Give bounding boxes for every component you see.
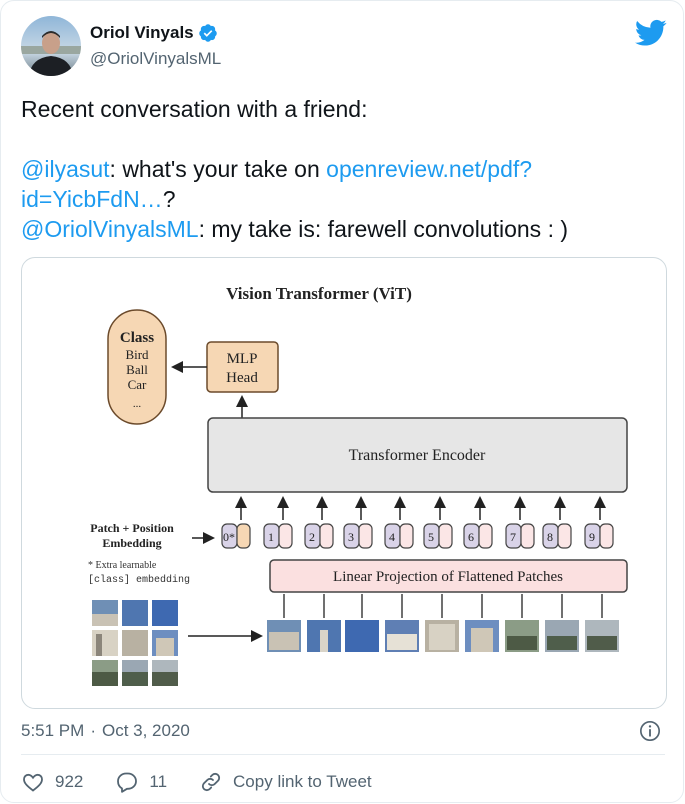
class-item-ball: Ball: [126, 362, 148, 377]
svg-text:4: 4: [389, 530, 395, 544]
svg-text:1: 1: [268, 530, 274, 544]
like-count: 922: [55, 772, 84, 791]
tweet-text: Recent conversation with a friend: @ilya…: [21, 94, 661, 244]
avatar-image: [21, 16, 81, 76]
tweet-card: Oriol Vinyals @OriolVinyalsML Recent con…: [0, 0, 684, 803]
token-4: 4: [384, 523, 414, 549]
token-9: 9: [584, 523, 614, 549]
svg-text:3: 3: [348, 530, 354, 544]
class-item-bird: Bird: [125, 347, 149, 362]
reply-button[interactable]: 11: [115, 770, 167, 794]
twitter-bird-icon[interactable]: [635, 19, 667, 47]
token-3: 3: [343, 523, 373, 549]
heart-icon: [23, 773, 43, 792]
tweet-text-2b: ?: [162, 186, 176, 212]
linear-projection-label: Linear Projection of Flattened Patches: [333, 569, 563, 585]
mention-oriolvinyals[interactable]: @OriolVinyalsML: [21, 216, 199, 242]
token-5: 5: [423, 523, 453, 549]
token-6: 6: [463, 523, 493, 549]
mention-ilyasut[interactable]: @ilyasut: [21, 156, 110, 182]
token-0: 0*: [221, 523, 251, 549]
info-icon[interactable]: [639, 720, 661, 742]
copy-link-label: Copy link to Tweet: [233, 772, 372, 791]
tweet-text-3: : my take is: farewell convolutions : ): [198, 216, 569, 242]
token-7: 7: [505, 523, 535, 549]
token-1: 1: [263, 523, 293, 549]
tweet-line-3: @OriolVinyalsML: my take is: farewell co…: [21, 214, 661, 244]
transformer-encoder-label: Transformer Encoder: [349, 447, 486, 464]
embedding-label-1: Patch + Position: [90, 521, 174, 535]
svg-text:6: 6: [468, 530, 474, 544]
link-icon: [201, 772, 221, 792]
svg-text:5: 5: [428, 530, 434, 544]
diagram-title: Vision Transformer (ViT): [226, 284, 412, 303]
tweet-timestamp[interactable]: 5:51 PM · Oct 3, 2020: [21, 721, 190, 741]
embedding-label-2: Embedding: [102, 536, 161, 550]
vit-diagram: Vision Transformer (ViT) Class Bird Ball…: [88, 284, 628, 686]
timestamp-separator: ·: [90, 721, 96, 740]
token-2: 2: [304, 523, 334, 549]
copy-link-button[interactable]: Copy link to Tweet: [199, 770, 372, 794]
token-8: 8: [542, 523, 572, 549]
flattened-patches: [267, 620, 619, 652]
svg-text:2: 2: [309, 530, 315, 544]
author-handle[interactable]: @OriolVinyalsML: [90, 49, 221, 69]
token-arrows: [235, 496, 606, 520]
svg-text:9: 9: [589, 530, 595, 544]
mlp-head-line1: MLP: [227, 351, 258, 367]
tweet-actions: 922 11 Copy link to Tweet: [21, 769, 404, 795]
author-name-text: Oriol Vinyals: [90, 23, 194, 42]
like-button[interactable]: 922: [21, 770, 83, 794]
actions-divider: [21, 754, 665, 755]
svg-text:0*: 0*: [223, 530, 235, 544]
patch-lines: [283, 594, 603, 618]
author-name[interactable]: Oriol Vinyals: [90, 23, 218, 43]
reply-bubble-icon: [117, 772, 138, 793]
reply-count: 11: [149, 772, 168, 791]
mlp-head-line2: Head: [226, 370, 258, 386]
svg-text:8: 8: [547, 530, 553, 544]
tweet-line-1: Recent conversation with a friend:: [21, 96, 368, 122]
tweet-media-image[interactable]: Vision Transformer (ViT) Class Bird Ball…: [21, 257, 667, 709]
svg-text:7: 7: [510, 530, 516, 544]
extra-note-1: * Extra learnable: [88, 560, 157, 571]
extra-note-2: [class] embedding: [88, 574, 190, 586]
verified-badge-icon: [198, 24, 217, 42]
class-item-car: Car: [128, 377, 147, 392]
image-patch-grid: [92, 600, 178, 686]
tweet-date: Oct 3, 2020: [101, 721, 190, 740]
tweet-time: 5:51 PM: [21, 721, 85, 740]
token-embeddings: 0* 1 2 3 4 5 6 7 8 9: [221, 523, 614, 549]
class-title: Class: [120, 330, 154, 346]
tweet-line-2: @ilyasut: what's your take on openreview…: [21, 154, 661, 214]
class-item-more: ...: [133, 398, 142, 410]
author-avatar[interactable]: [21, 16, 81, 76]
tweet-text-2a: : what's your take on: [109, 156, 327, 182]
